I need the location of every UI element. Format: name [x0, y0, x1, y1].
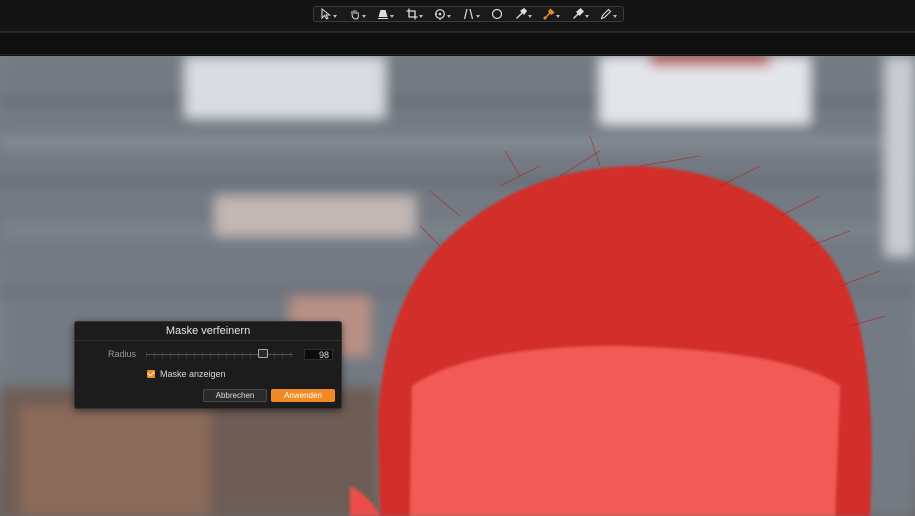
rotate-icon [434, 8, 446, 20]
rotate-tool[interactable] [434, 6, 451, 22]
radius-label: Radius [108, 349, 137, 359]
chevron-down-icon [418, 15, 423, 18]
pan-tool[interactable] [349, 6, 366, 22]
perspective-tool[interactable] [463, 6, 480, 22]
pointer-tool[interactable] [320, 6, 337, 22]
hand-pan-icon [349, 8, 361, 20]
keystone-icon [377, 8, 389, 20]
photo-image [0, 56, 915, 516]
chevron-down-icon [527, 15, 532, 18]
radius-slider-thumb[interactable] [258, 349, 268, 358]
show-mask-label: Maske anzeigen [160, 369, 226, 379]
brush-tool[interactable] [543, 6, 560, 22]
eraser-icon [572, 8, 584, 20]
chevron-down-icon [333, 15, 337, 18]
eyedropper-icon [515, 8, 527, 20]
photo-canvas[interactable] [0, 56, 915, 516]
cancel-button[interactable]: Abbrechen [203, 389, 267, 402]
apply-button[interactable]: Anwenden [271, 389, 335, 402]
top-toolbar-bar [0, 0, 915, 32]
chevron-down-icon [361, 15, 366, 18]
chevron-down-icon [475, 15, 480, 18]
ellipse-tool[interactable] [491, 6, 503, 22]
chevron-down-icon [584, 15, 589, 18]
crop-tool[interactable] [406, 6, 423, 22]
pointer-arrow-icon [320, 8, 332, 20]
show-mask-checkbox[interactable] [147, 370, 155, 378]
keystone-tool[interactable] [377, 6, 394, 22]
pencil-icon [600, 8, 612, 20]
dialog-title: Maske verfeinern [75, 322, 341, 341]
pencil-tool[interactable] [600, 6, 617, 22]
crop-icon [406, 8, 418, 20]
tool-group [313, 6, 624, 22]
options-bar [0, 32, 915, 55]
chevron-down-icon [447, 15, 451, 18]
radius-value-field[interactable]: 98 [304, 349, 333, 360]
chevron-down-icon [613, 15, 617, 18]
brush-active-icon [543, 8, 555, 20]
chevron-down-icon [390, 15, 394, 18]
eraser-tool[interactable] [572, 6, 589, 22]
chevron-down-icon [556, 15, 560, 18]
eyedropper-tool[interactable] [515, 6, 532, 22]
circle-icon [491, 8, 503, 20]
perspective-icon [463, 8, 475, 20]
radius-slider-track[interactable] [146, 354, 293, 355]
refine-mask-dialog: Maske verfeinern Radius 98 Maske anzeige… [74, 321, 342, 409]
